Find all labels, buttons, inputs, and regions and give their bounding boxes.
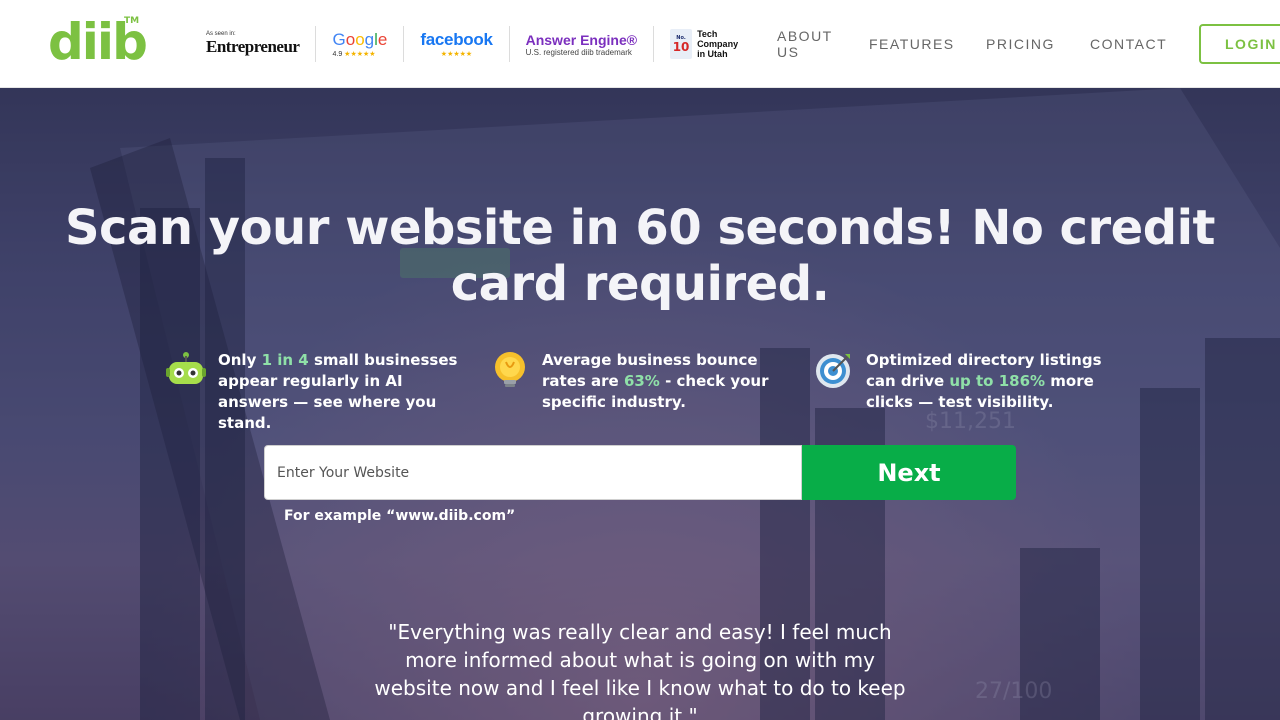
google-letter: g: [364, 30, 375, 49]
feature-highlight: 63%: [623, 372, 660, 390]
nav-pricing[interactable]: PRICING: [986, 36, 1055, 52]
nav-features[interactable]: FEATURES: [869, 36, 955, 52]
robot-icon: [166, 352, 206, 384]
feature-pre: Only: [218, 351, 262, 369]
tech-company-badge: No. 10 Tech Company in Utah: [654, 26, 754, 62]
website-scan-form: Next: [264, 445, 1016, 500]
lightbulb-icon: [495, 352, 525, 387]
answer-engine-badge: Answer Engine® U.S. registered diib trad…: [510, 26, 655, 62]
google-letter: o: [345, 30, 356, 49]
facebook-stars-icon: ★★★★★: [440, 50, 473, 58]
google-letter: G: [332, 30, 346, 49]
tech-company-text: Tech Company in Utah: [697, 29, 738, 59]
example-hint: For example “www.diib.com”: [284, 508, 516, 524]
login-button[interactable]: LOGIN: [1199, 24, 1280, 64]
tech-rank: 10: [672, 40, 690, 54]
feature-item: Only 1 in 4 small businesses appear regu…: [166, 350, 470, 434]
tech-line: in Utah: [697, 49, 728, 59]
google-logo: Google: [332, 30, 387, 50]
google-badge: Google 4.9 ★★★★★: [316, 26, 405, 62]
tech-line: Tech: [697, 29, 718, 39]
answer-engine-name: Answer Engine®: [525, 31, 638, 48]
tech-line: Company: [697, 39, 739, 49]
feature-text: Average business bounce rates are 63% - …: [542, 350, 794, 413]
feature-stats: Only 1 in 4 small businesses appear regu…: [0, 350, 1280, 432]
google-stars-icon: ★★★★★: [344, 51, 376, 58]
feature-highlight: up to 186%: [949, 372, 1046, 390]
next-button[interactable]: Next: [802, 445, 1016, 500]
hero-section: $11,251 27/100 Scan your website in 60 s…: [0, 88, 1280, 720]
feature-text: Only 1 in 4 small businesses appear regu…: [218, 350, 470, 434]
tech-rank-icon: No. 10: [670, 29, 693, 59]
feature-text: Optimized directory listings can drive u…: [866, 350, 1118, 413]
logo-trademark: TM: [124, 16, 140, 26]
nav-about-us[interactable]: ABOUT US: [777, 28, 837, 60]
feature-item: Average business bounce rates are 63% - …: [490, 350, 794, 413]
feature-highlight: 1 in 4: [261, 351, 309, 369]
feature-item: Optimized directory listings can drive u…: [814, 350, 1118, 413]
google-letter: e: [377, 30, 388, 49]
google-letter: o: [355, 30, 365, 49]
answer-engine-sub: U.S. registered diib trademark: [525, 47, 632, 57]
website-input[interactable]: [264, 445, 802, 500]
facebook-logo: facebook: [420, 30, 493, 49]
testimonial-quote: "Everything was really clear and easy! I…: [374, 620, 906, 720]
facebook-badge: facebook ★★★★★: [404, 26, 510, 62]
nav-contact[interactable]: CONTACT: [1090, 36, 1167, 52]
target-icon: [816, 354, 850, 388]
google-rating: 4.9: [332, 51, 343, 58]
entrepreneur-name: Entrepreneur: [206, 37, 300, 56]
diib-logo[interactable]: diib TM: [48, 14, 148, 70]
google-rating-row: 4.9 ★★★★★: [332, 50, 387, 58]
press-badges: As seen in: Entrepreneur Google 4.9 ★★★★…: [190, 22, 754, 66]
site-header: diib TM As seen in: Entrepreneur Google …: [0, 0, 1280, 88]
entrepreneur-badge: As seen in: Entrepreneur: [190, 26, 317, 62]
hero-title: Scan your website in 60 seconds! No cred…: [64, 200, 1216, 312]
